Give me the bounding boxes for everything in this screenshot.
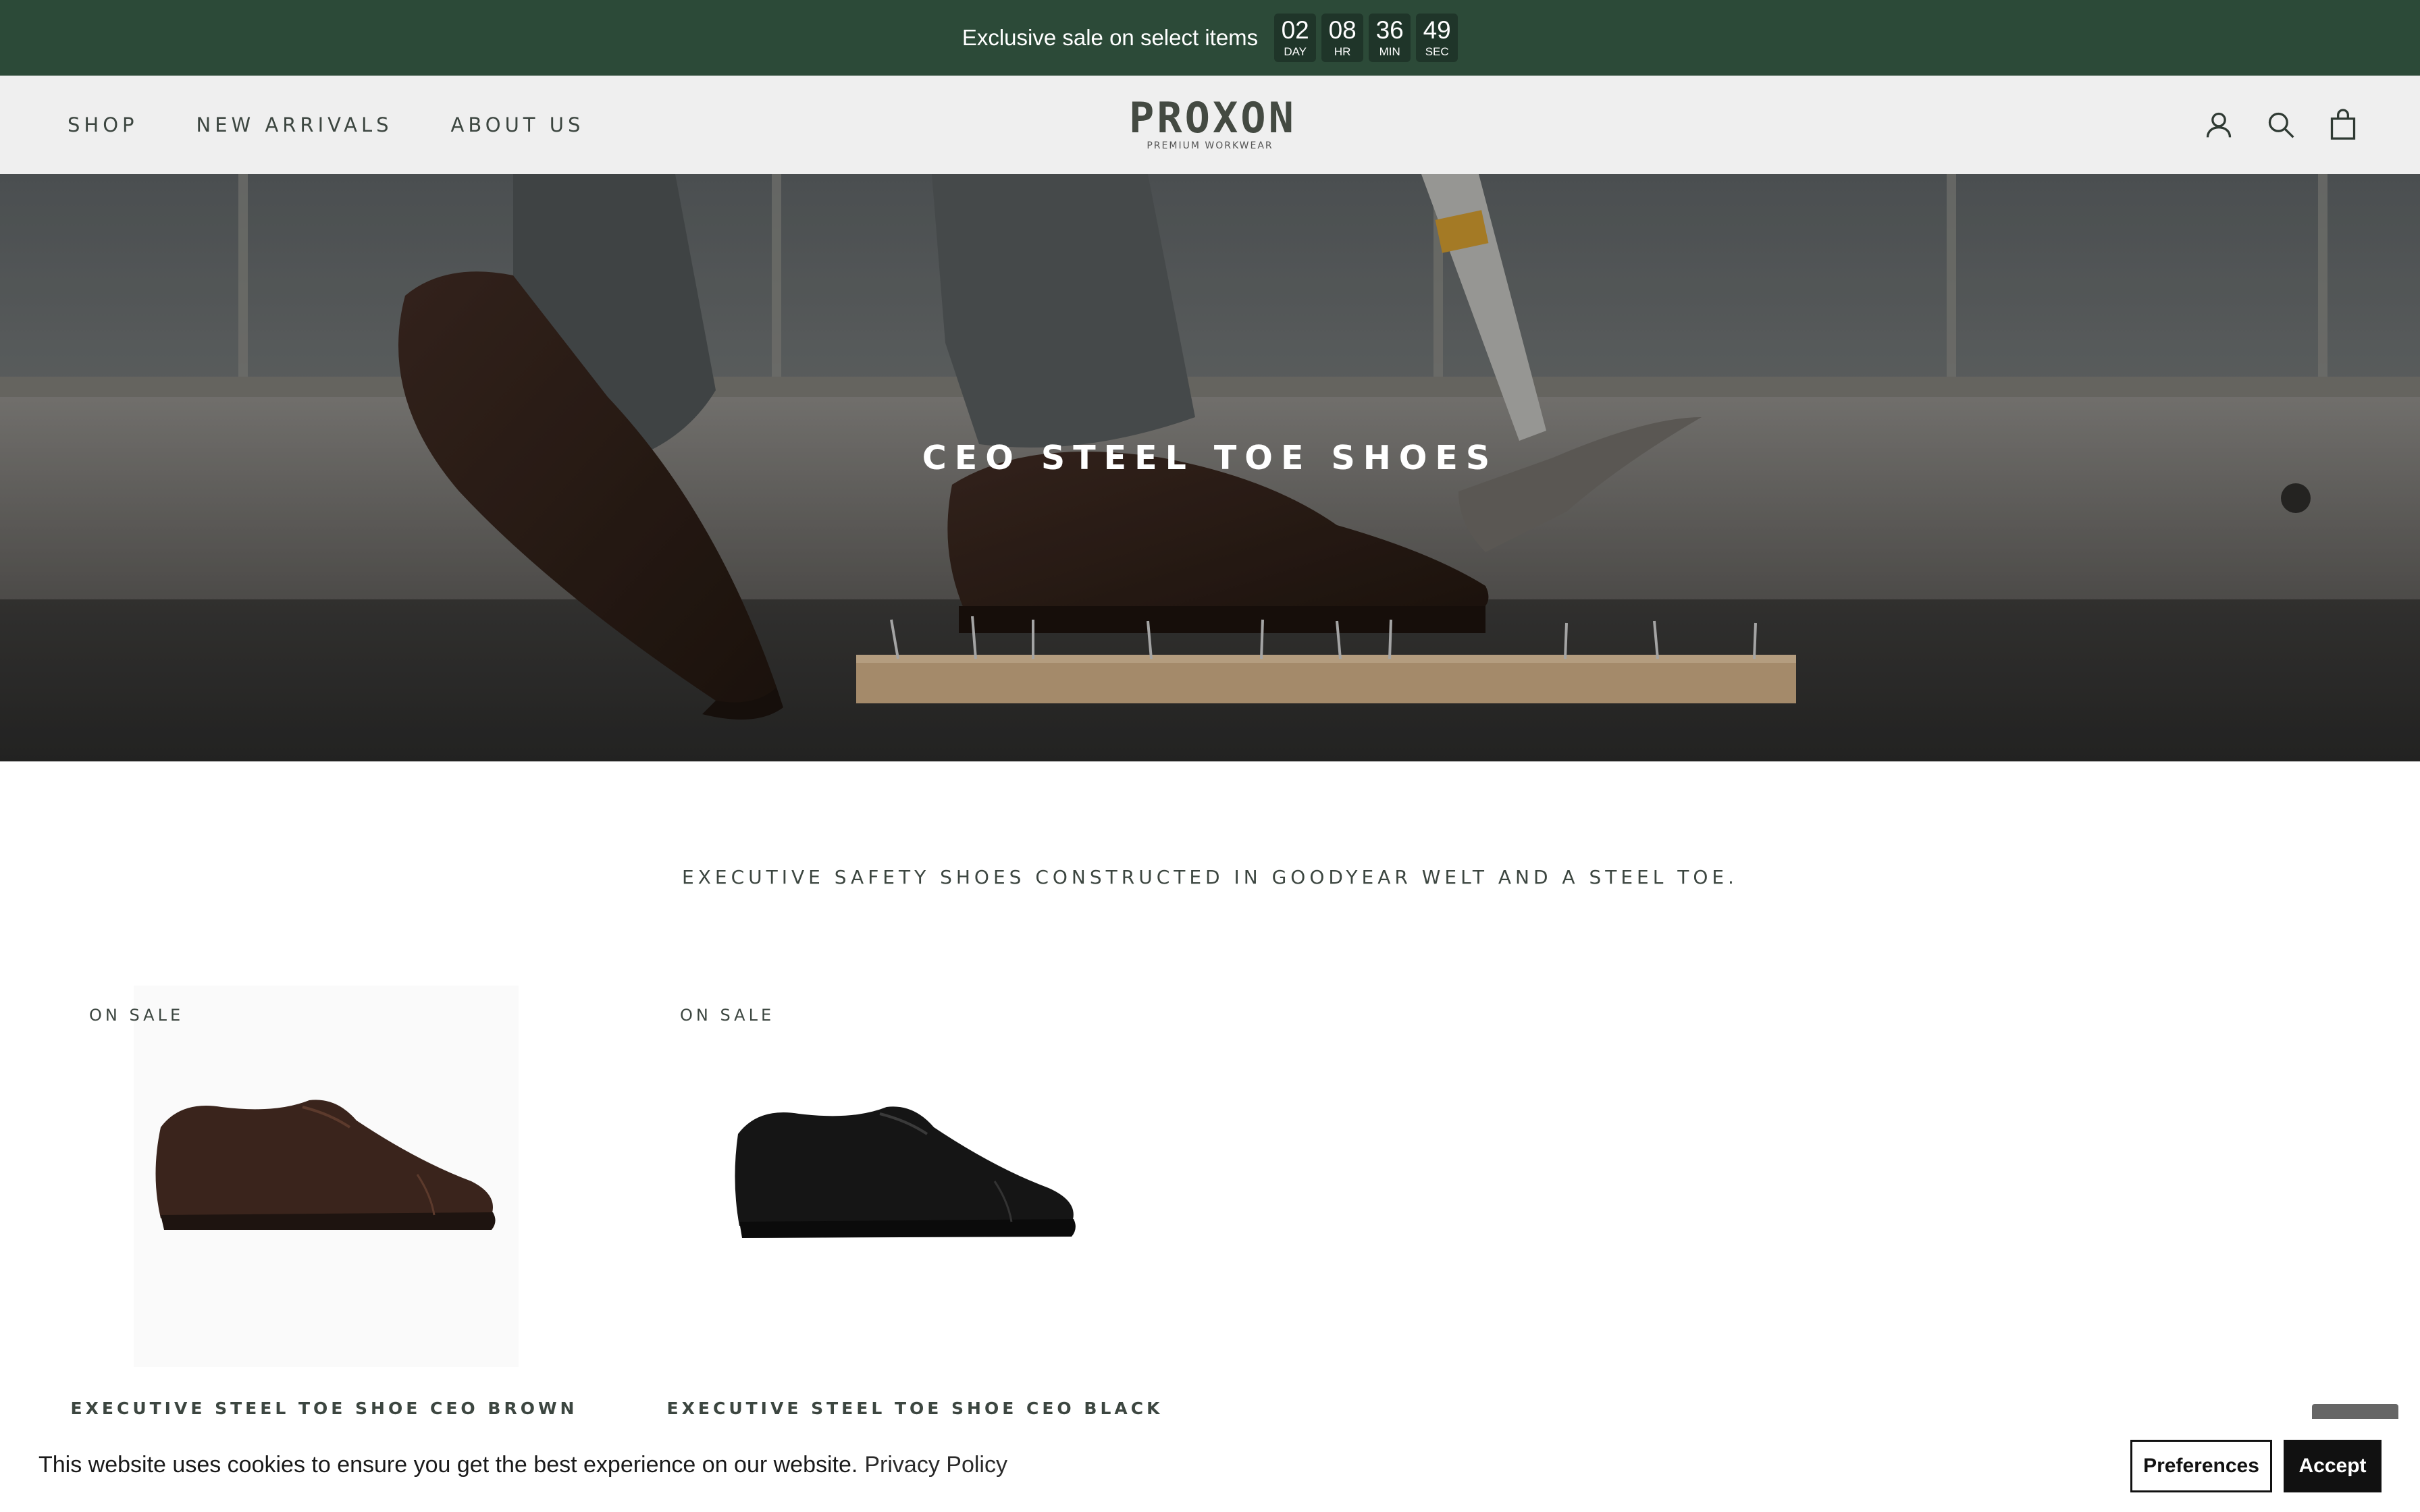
announcement-text: Exclusive sale on select items xyxy=(962,25,1259,50)
product-name[interactable]: EXECUTIVE STEEL TOE SHOE CEO BROWN xyxy=(54,1399,594,1418)
announcement-bar: Exclusive sale on select items 02 DAY 08… xyxy=(0,0,2420,76)
main-nav: SHOP NEW ARRIVALS ABOUT US xyxy=(68,76,584,174)
logo-wordmark: PROXON xyxy=(1129,93,1296,142)
logo-tagline: PREMIUM WORKWEAR xyxy=(1147,140,1273,151)
preferences-button[interactable]: Preferences xyxy=(2130,1440,2272,1492)
countdown-minutes: 36 MIN xyxy=(1369,14,1411,62)
countdown-days: 02 DAY xyxy=(1274,14,1317,62)
nav-shop[interactable]: SHOP xyxy=(68,113,138,136)
site-logo[interactable]: PROXON PREMIUM WORKWEAR xyxy=(1129,93,1296,152)
shoe-black-image xyxy=(735,1106,1076,1238)
account-icon[interactable] xyxy=(2203,109,2235,141)
countdown-value: 02 xyxy=(1281,16,1309,44)
cookie-text: This website uses cookies to ensure you … xyxy=(38,1451,858,1478)
countdown-unit: HR xyxy=(1334,45,1351,58)
nav-about-us[interactable]: ABOUT US xyxy=(451,113,585,136)
countdown-timer: 02 DAY 08 HR 36 MIN 49 SEC xyxy=(1274,14,1458,62)
product-card[interactable]: ON SALE EXECUTIVE STEEL TOE SHOE CEO BLA… xyxy=(645,986,1185,1431)
product-image[interactable] xyxy=(725,986,1109,1367)
product-card[interactable]: ON SALE EXECUTIVE STEEL TOE SHOE CEO BRO… xyxy=(54,986,594,1431)
countdown-value: 49 xyxy=(1423,16,1451,44)
countdown-seconds: 49 SEC xyxy=(1416,14,1458,62)
sale-badge: ON SALE xyxy=(680,1006,775,1025)
countdown-unit: DAY xyxy=(1284,45,1307,58)
countdown-hours: 08 HR xyxy=(1321,14,1364,62)
cart-icon[interactable] xyxy=(2327,109,2359,141)
cookie-banner: This website uses cookies to ensure you … xyxy=(0,1426,2420,1512)
hero-banner: CEO STEEL TOE SHOES xyxy=(0,174,2420,761)
cookie-message: This website uses cookies to ensure you … xyxy=(38,1426,1007,1504)
product-name[interactable]: EXECUTIVE STEEL TOE SHOE CEO BLACK xyxy=(645,1399,1185,1418)
accept-button[interactable]: Accept xyxy=(2284,1440,2382,1492)
countdown-value: 08 xyxy=(1328,16,1357,44)
header-icons xyxy=(2203,76,2359,174)
countdown-unit: MIN xyxy=(1379,45,1400,58)
nav-new-arrivals[interactable]: NEW ARRIVALS xyxy=(196,113,393,136)
privacy-policy-link[interactable]: Privacy Policy xyxy=(864,1452,1007,1478)
sale-badge: ON SALE xyxy=(89,1006,184,1025)
collection-description: EXECUTIVE SAFETY SHOES CONSTRUCTED IN GO… xyxy=(682,866,1738,888)
chat-widget-tab[interactable] xyxy=(2312,1404,2398,1419)
search-icon[interactable] xyxy=(2265,109,2297,141)
hero-title: CEO STEEL TOE SHOES xyxy=(922,439,1498,477)
countdown-unit: SEC xyxy=(1425,45,1449,58)
site-header: SHOP NEW ARRIVALS ABOUT US PROXON PREMIU… xyxy=(0,76,2420,174)
shoe-brown-image xyxy=(155,1100,496,1230)
countdown-value: 36 xyxy=(1375,16,1404,44)
product-image[interactable] xyxy=(134,986,519,1367)
